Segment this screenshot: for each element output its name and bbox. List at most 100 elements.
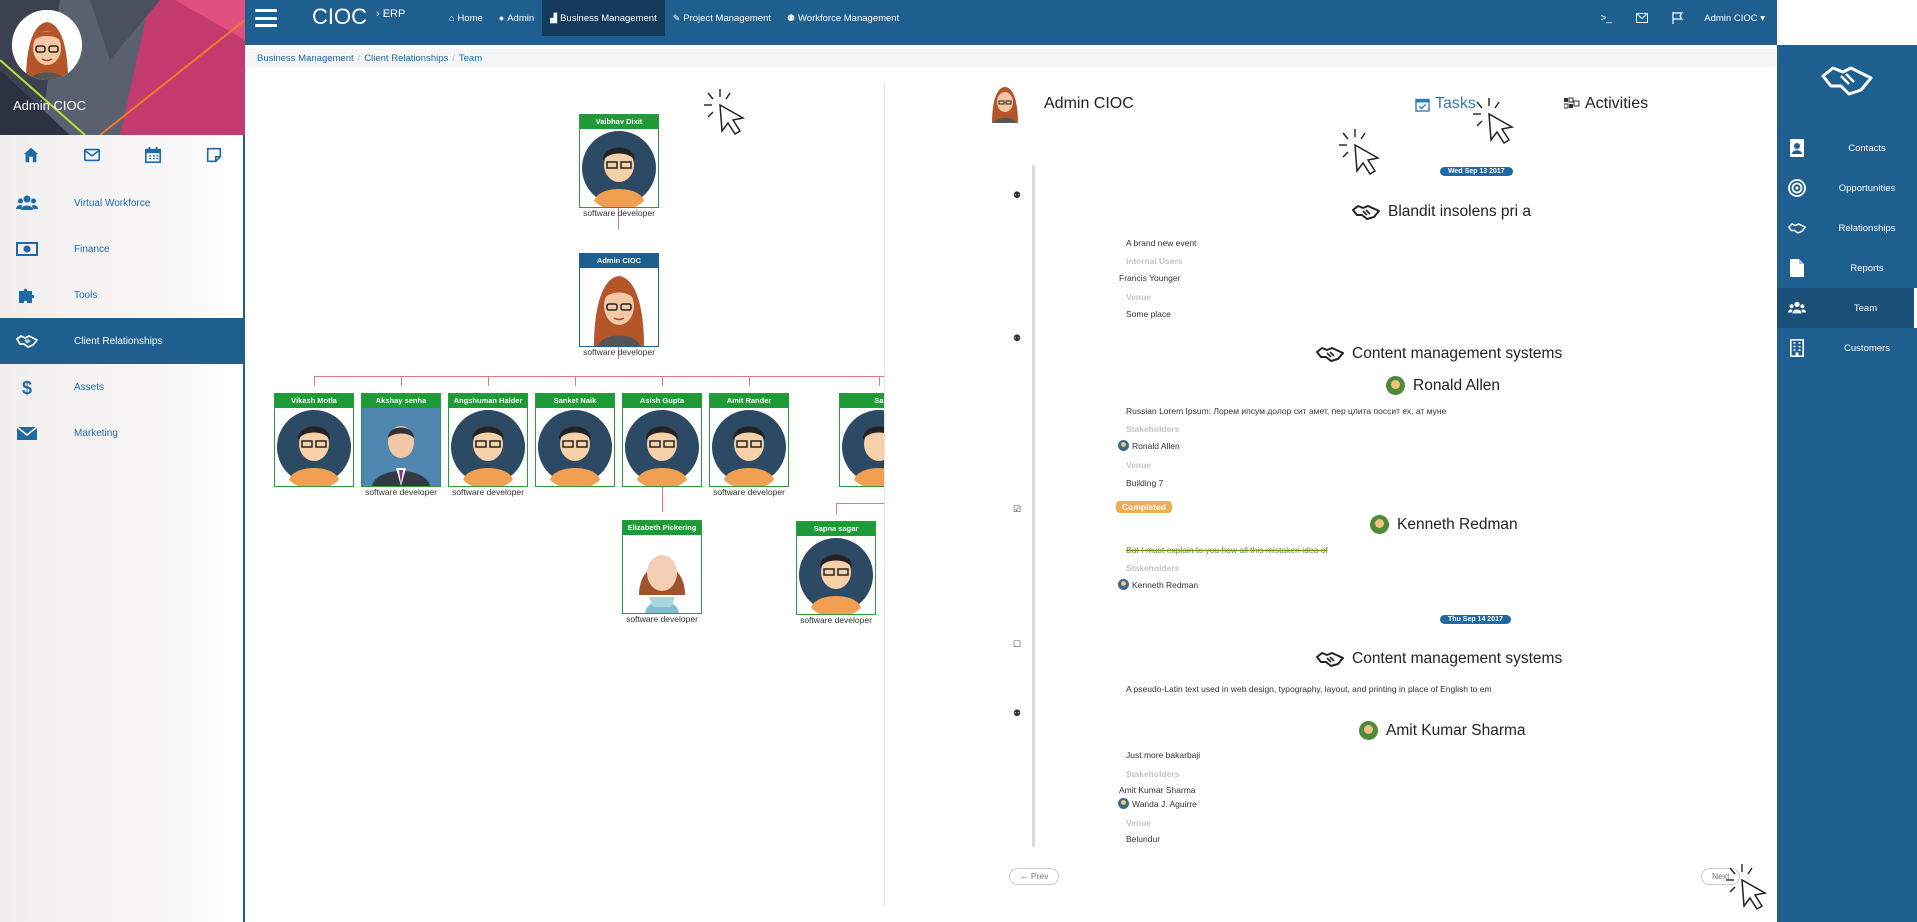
handshake-logo-icon bbox=[1821, 66, 1873, 96]
envelope-icon[interactable] bbox=[1624, 0, 1660, 36]
event-description: Just more bakarbaji bbox=[1126, 750, 1201, 760]
org-card-photo bbox=[362, 408, 440, 486]
event-description: A pseudo-Latin text used in web design, … bbox=[1126, 684, 1492, 694]
stakeholder-name[interactable]: Amit Kumar Sharma bbox=[1119, 785, 1196, 795]
event-person[interactable]: Amit Kumar Sharma bbox=[1359, 721, 1526, 740]
org-card[interactable]: Angshuman Halder bbox=[448, 393, 528, 487]
quick-icons bbox=[0, 135, 245, 175]
home-icon: ⌂ bbox=[449, 13, 455, 23]
event-title[interactable]: Blandit insolens pri a bbox=[1352, 203, 1531, 221]
flag-icon[interactable] bbox=[1660, 0, 1696, 36]
left-nav-label: Assets bbox=[74, 381, 105, 393]
envelope-icon[interactable] bbox=[61, 135, 122, 175]
org-card[interactable]: Sa bbox=[839, 393, 884, 487]
org-card-name: Elizabeth Pickering bbox=[623, 521, 701, 535]
bullseye-icon bbox=[1788, 179, 1806, 197]
org-card[interactable]: Asish Gupta bbox=[622, 393, 702, 487]
terminal-icon[interactable]: >_ bbox=[1588, 0, 1624, 36]
right-nav-opportunities[interactable]: Opportunities bbox=[1777, 168, 1917, 208]
org-card[interactable]: Admin CIOC bbox=[579, 253, 659, 347]
venue-value: Some place bbox=[1126, 309, 1171, 319]
stakeholder[interactable]: Ronald Allen bbox=[1118, 440, 1180, 451]
event-title[interactable]: Content management systems bbox=[1316, 650, 1562, 668]
org-card-role: software developer bbox=[713, 487, 785, 497]
profile-name: Admin CIOC bbox=[13, 98, 86, 113]
left-nav-tools[interactable]: Tools bbox=[0, 272, 245, 318]
org-card[interactable]: Elizabeth Pickering bbox=[622, 520, 702, 614]
profile-avatar[interactable] bbox=[12, 10, 82, 80]
top-nav-admin[interactable]: ● Admin bbox=[491, 0, 542, 36]
event-description: Russian Lorem Ipsum: Лорем ипсум долор с… bbox=[1126, 406, 1447, 416]
event-person[interactable]: Ronald Allen bbox=[1386, 376, 1500, 395]
tab-activities[interactable]: Activities bbox=[1564, 95, 1648, 113]
left-nav-virtual-workforce[interactable]: Virtual Workforce bbox=[0, 180, 245, 226]
org-connector bbox=[836, 503, 837, 514]
org-card-name: Angshuman Halder bbox=[449, 394, 527, 408]
stakeholder-avatar bbox=[1118, 798, 1129, 809]
tab-tasks[interactable]: Tasks bbox=[1415, 95, 1476, 113]
field-label: Stakeholders bbox=[1126, 424, 1180, 434]
org-card[interactable]: Akshay senha bbox=[361, 393, 441, 487]
avatar-image bbox=[277, 410, 351, 486]
cursor-click-icon bbox=[1473, 98, 1515, 145]
person-name: Ronald Allen bbox=[1413, 376, 1501, 394]
left-nav-assets[interactable]: $ Assets bbox=[0, 364, 245, 410]
hamburger-menu-icon[interactable] bbox=[255, 7, 277, 29]
org-card[interactable]: Sapna sagar bbox=[796, 521, 876, 615]
right-nav-customers[interactable]: Customers bbox=[1777, 328, 1917, 368]
org-card[interactable]: Sanket Naik bbox=[535, 393, 615, 487]
org-connector bbox=[749, 376, 750, 386]
org-card[interactable]: Vikash Motla bbox=[274, 393, 354, 487]
avatar-image bbox=[451, 410, 525, 486]
right-nav-label: Reports bbox=[1850, 262, 1884, 274]
home-icon[interactable] bbox=[0, 135, 61, 175]
breadcrumb-item[interactable]: Business Management bbox=[257, 53, 354, 64]
avatar-image bbox=[362, 408, 440, 486]
note-icon[interactable] bbox=[183, 135, 244, 175]
prev-button[interactable]: ← Prev bbox=[1009, 868, 1060, 885]
event-title-text: Blandit insolens pri a bbox=[1388, 203, 1532, 220]
right-nav-team[interactable]: Team bbox=[1777, 288, 1917, 328]
org-card-role: software developer bbox=[626, 614, 698, 624]
left-nav-client-relationships[interactable]: Client Relationships bbox=[0, 318, 245, 364]
org-card[interactable]: Vaibhav Dixit bbox=[579, 114, 659, 208]
checkbox-empty-icon[interactable]: ☐ bbox=[1013, 639, 1021, 650]
stakeholder-avatar bbox=[1118, 579, 1129, 590]
avatar-image bbox=[538, 410, 612, 486]
field-label: Venue bbox=[1126, 292, 1152, 302]
address-book-icon bbox=[1788, 139, 1806, 157]
right-nav-relationships[interactable]: Relationships bbox=[1777, 208, 1917, 248]
checkbox-checked-icon[interactable]: ☑ bbox=[1013, 504, 1021, 515]
person-avatar bbox=[1386, 376, 1405, 395]
top-nav-project-management[interactable]: ✎ Project Management bbox=[665, 0, 779, 36]
brand-title[interactable]: CIOC bbox=[312, 4, 367, 30]
breadcrumb-separator: / bbox=[452, 52, 455, 64]
event-description: But I must explain to you how all this m… bbox=[1126, 545, 1328, 555]
breadcrumb-item[interactable]: Client Relationships bbox=[364, 53, 448, 64]
calendar-icon[interactable] bbox=[122, 135, 183, 175]
top-nav-business-management[interactable]: ▟ Business Management bbox=[542, 0, 665, 36]
activity-owner-avatar[interactable] bbox=[985, 83, 1025, 123]
left-nav-marketing[interactable]: Marketing bbox=[0, 410, 245, 456]
cursor-click-icon bbox=[704, 89, 746, 136]
event-person[interactable]: Kenneth Redman bbox=[1370, 515, 1518, 534]
top-bar: CIOC › ERP ⌂ Home ● Admin ▟ Business Manage… bbox=[245, 0, 1777, 45]
left-nav-finance[interactable]: Finance bbox=[0, 226, 245, 272]
activities-icon bbox=[1564, 97, 1580, 109]
user-icon: ● bbox=[498, 13, 505, 23]
money-icon bbox=[16, 238, 38, 260]
right-nav: Contacts Opportunities Relationships Rep… bbox=[1777, 128, 1917, 368]
stakeholder[interactable]: Wanda J. Aguirre bbox=[1118, 798, 1197, 809]
breadcrumb-item[interactable]: Team bbox=[459, 53, 482, 64]
right-nav-reports[interactable]: Reports bbox=[1777, 248, 1917, 288]
envelope-icon bbox=[16, 422, 38, 444]
stakeholder[interactable]: Kenneth Redman bbox=[1118, 579, 1198, 590]
top-nav-label: Project Management bbox=[683, 12, 771, 24]
user-menu-dropdown[interactable]: Admin CIOC ▾ bbox=[1696, 13, 1777, 24]
top-nav-home[interactable]: ⌂ Home bbox=[441, 0, 491, 36]
person-name: Amit Kumar Sharma bbox=[1386, 721, 1526, 739]
right-nav-contacts[interactable]: Contacts bbox=[1777, 128, 1917, 168]
org-card[interactable]: Amit Rander bbox=[709, 393, 789, 487]
top-nav-workforce-management[interactable]: ⚉ Workforce Management bbox=[779, 0, 907, 36]
event-title[interactable]: Content management systems bbox=[1316, 345, 1562, 363]
